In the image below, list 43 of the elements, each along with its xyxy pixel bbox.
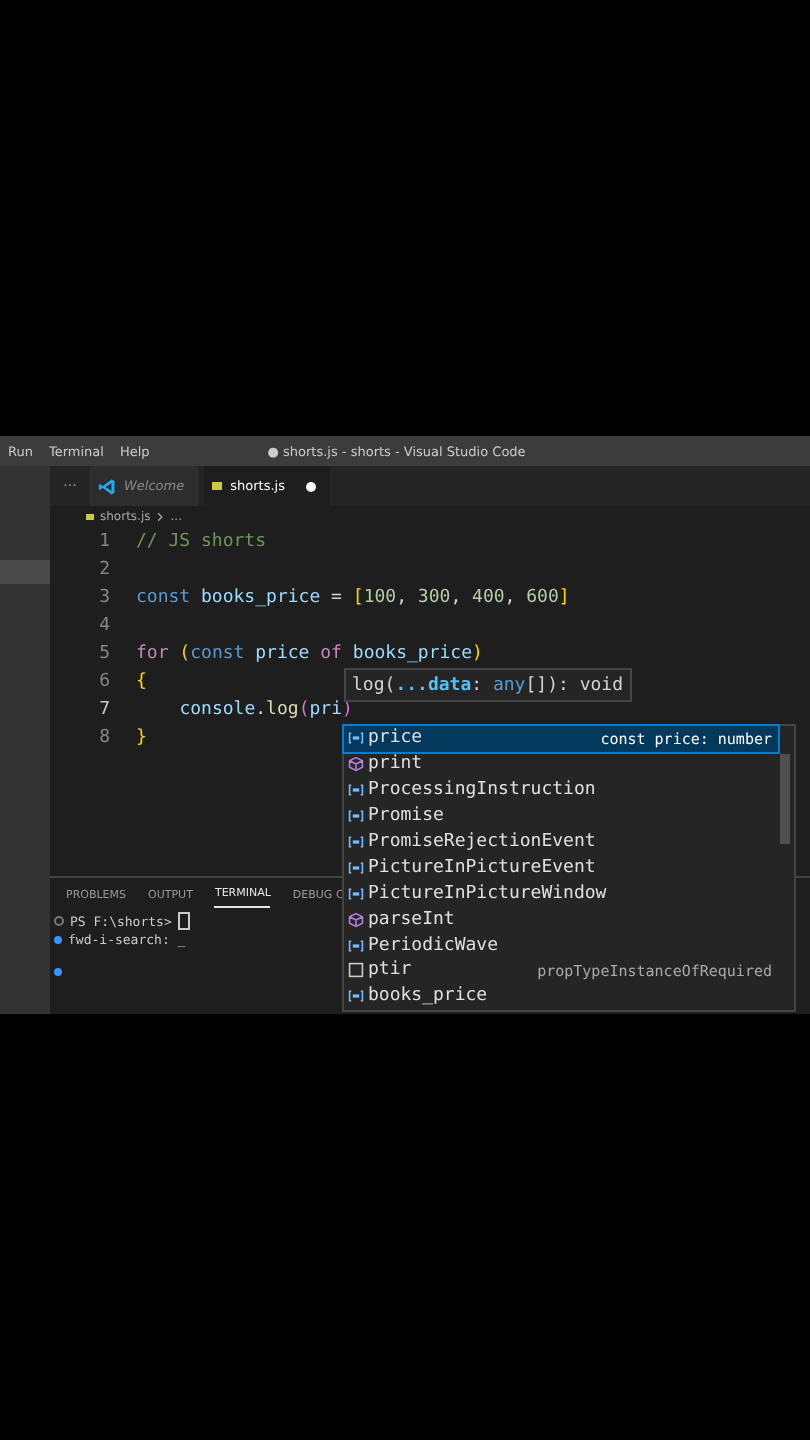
- suggestion-item[interactable]: PromiseRejectionEvent: [344, 829, 778, 855]
- cursor-icon: [177, 912, 190, 930]
- status-dot-icon: [54, 935, 62, 943]
- line-number: 2: [97, 560, 110, 580]
- suggestion-item[interactable]: books_price: [344, 983, 778, 1010]
- line-number: 4: [97, 616, 110, 636]
- line-number: 8: [97, 728, 110, 748]
- line-number: 6: [97, 672, 110, 692]
- cube-icon: [348, 756, 364, 773]
- suggestion-item[interactable]: PeriodicWave: [344, 932, 778, 959]
- variable-icon: [348, 859, 364, 876]
- variable-icon: [348, 937, 364, 954]
- line-number: 3: [97, 588, 110, 608]
- line-number: 7: [97, 700, 110, 720]
- cube-icon: [348, 911, 364, 928]
- variable-icon: [348, 988, 364, 1005]
- variable-icon: [348, 808, 364, 825]
- variable-icon: [348, 885, 364, 902]
- code-line: {: [136, 672, 147, 692]
- suggestion-item[interactable]: PictureInPictureWindow: [344, 880, 778, 907]
- suggestion-item[interactable]: parseInt: [344, 906, 778, 933]
- variable-icon: [348, 834, 364, 850]
- variable-icon: [348, 730, 364, 747]
- line-number: 5: [97, 644, 110, 664]
- sidebar-item-highlight[interactable]: [0, 560, 50, 584]
- app-logo-icon: [98, 477, 116, 495]
- scrollbar-thumb[interactable]: [780, 754, 790, 844]
- code-line: for (const price of books_price): [136, 644, 483, 664]
- code-line: const books_price = [100, 300, 400, 600]: [136, 588, 570, 608]
- suggestion-item[interactable]: Promise: [344, 803, 778, 830]
- status-dot-icon: [54, 916, 64, 926]
- code-line: // JS shorts: [136, 532, 267, 552]
- signature-hint: log(...data: any[]): void: [344, 668, 632, 702]
- line-number: 1: [97, 532, 110, 552]
- suggestion-item[interactable]: PictureInPictureEvent: [344, 854, 778, 881]
- suggestion-item[interactable]: print: [344, 751, 778, 778]
- suggestion-item[interactable]: ProcessingInstruction: [344, 777, 778, 804]
- code-line: }: [136, 728, 147, 748]
- square-icon: [348, 962, 364, 979]
- unsaved-dot-icon: [306, 481, 317, 491]
- status-dot-icon: [54, 967, 62, 975]
- variable-icon: [348, 782, 364, 799]
- chevron-icon: [156, 512, 165, 522]
